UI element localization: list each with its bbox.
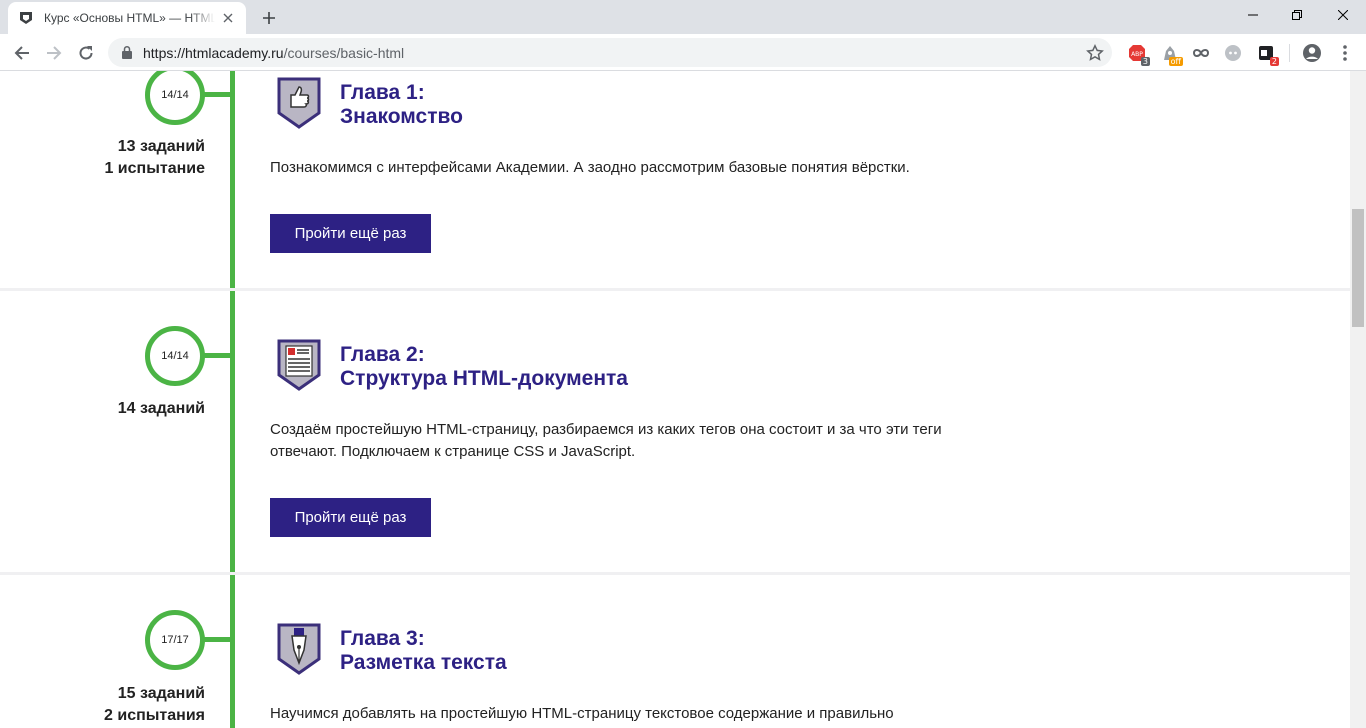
timeline-connector: [202, 353, 232, 358]
chapter-2-title: Глава 2: Структура HTML-документа: [340, 343, 628, 391]
timeline-connector: [202, 92, 232, 97]
chapter-3-progress: 17/17: [161, 634, 189, 646]
chapter-2-progress-ring: 14/14: [145, 326, 205, 386]
chapter-2-title-name: Структура HTML-документа: [340, 367, 628, 390]
chapter-3-stats: 15 заданий 2 испытания: [104, 683, 205, 727]
chapter-divider: [0, 572, 1350, 575]
chapter-2-title-number: Глава 2:: [340, 343, 425, 366]
notes-icon[interactable]: 2: [1255, 42, 1279, 66]
chapter-3-title: Глава 3: Разметка текста: [340, 627, 507, 675]
reload-icon[interactable]: [72, 39, 100, 67]
chapter-2-progress: 14/14: [161, 350, 189, 362]
profile-avatar-icon[interactable]: [1301, 42, 1323, 64]
chapter-3-description: Научимся добавлять на простейшую HTML-ст…: [270, 705, 894, 722]
chapter-1-trial-count: 1 испытание: [104, 160, 205, 177]
notes-badge: 2: [1269, 57, 1279, 66]
chapter-1-stats: 13 заданий 1 испытание: [104, 136, 205, 180]
chapter-1-title-name: Знакомство: [340, 105, 463, 128]
chapter-1-progress: 14/14: [161, 89, 189, 101]
chapter-2-stats: 14 заданий: [118, 398, 205, 420]
thumbs-up-shield-icon: [277, 77, 321, 129]
chapter-3-title-name: Разметка текста: [340, 651, 507, 674]
page-scrollbar[interactable]: [1350, 71, 1366, 728]
chapter-2-task-count: 14 заданий: [117, 400, 205, 417]
bookmark-star-icon[interactable]: [1086, 44, 1104, 62]
restore-icon[interactable]: [1274, 0, 1320, 30]
chapter-2-retry-button[interactable]: Пройти ещё раз: [270, 498, 431, 537]
url-text: https://htmlacademy.ru/courses/basic-htm…: [143, 45, 404, 61]
scrollbar-thumb[interactable]: [1352, 209, 1364, 327]
url-host: https://htmlacademy.ru: [143, 45, 284, 61]
chapter-3-title-number: Глава 3:: [340, 627, 425, 650]
timeline-connector: [202, 637, 232, 642]
back-arrow-icon[interactable]: [8, 39, 36, 67]
extension-off-badge: off: [1168, 57, 1183, 66]
browser-titlebar: Курс «Основы HTML» — HTML Academy: [0, 0, 1366, 34]
chapter-2-description: Создаём простейшую HTML-страницу, разбир…: [270, 421, 942, 460]
minimize-icon[interactable]: [1230, 0, 1276, 30]
forward-arrow-icon[interactable]: [40, 39, 68, 67]
browser-tab[interactable]: Курс «Основы HTML» — HTML Academy: [8, 2, 246, 34]
chapter-1-task-count: 13 заданий: [117, 138, 205, 155]
infinity-icon[interactable]: [1190, 42, 1212, 64]
chapter-3-progress-ring: 17/17: [145, 610, 205, 670]
chapter-1-title: Глава 1: Знакомство: [340, 81, 463, 129]
chapter-3-task-count: 15 заданий: [117, 685, 205, 702]
browser-toolbar: https://htmlacademy.ru/courses/basic-htm…: [0, 34, 1366, 71]
discord-icon[interactable]: [1222, 42, 1244, 64]
close-window-icon[interactable]: [1320, 0, 1366, 30]
document-shield-icon: [277, 339, 321, 391]
address-bar[interactable]: https://htmlacademy.ru/courses/basic-htm…: [108, 38, 1112, 67]
timeline-line: [230, 71, 235, 728]
url-path: /courses/basic-html: [283, 45, 405, 61]
pen-nib-shield-icon: [277, 623, 321, 675]
adblock-icon[interactable]: ABP 3: [1126, 42, 1150, 66]
page-viewport: 14/14 13 заданий 1 испытание Глава 1: Зн…: [0, 71, 1350, 728]
chapter-1-retry-button[interactable]: Пройти ещё раз: [270, 214, 431, 253]
adblock-badge: 3: [1140, 57, 1150, 66]
menu-kebab-icon[interactable]: [1334, 42, 1356, 64]
chapter-3-trial-count: 2 испытания: [104, 707, 205, 724]
chapter-divider: [0, 288, 1350, 291]
toolbar-separator: [1289, 44, 1290, 62]
htmlacademy-favicon-icon: [18, 10, 34, 26]
chapter-1-progress-ring: 14/14: [145, 71, 205, 125]
chapter-1-description: Познакомимся с интерфейсами Академии. А …: [270, 159, 910, 176]
new-tab-icon[interactable]: [258, 7, 280, 29]
close-tab-icon[interactable]: [221, 10, 237, 26]
tab-title: Курс «Основы HTML» — HTML Academy: [44, 11, 215, 25]
chapter-1-title-number: Глава 1:: [340, 81, 425, 104]
extension-off-icon[interactable]: off: [1159, 42, 1183, 66]
lock-icon: [122, 45, 132, 59]
